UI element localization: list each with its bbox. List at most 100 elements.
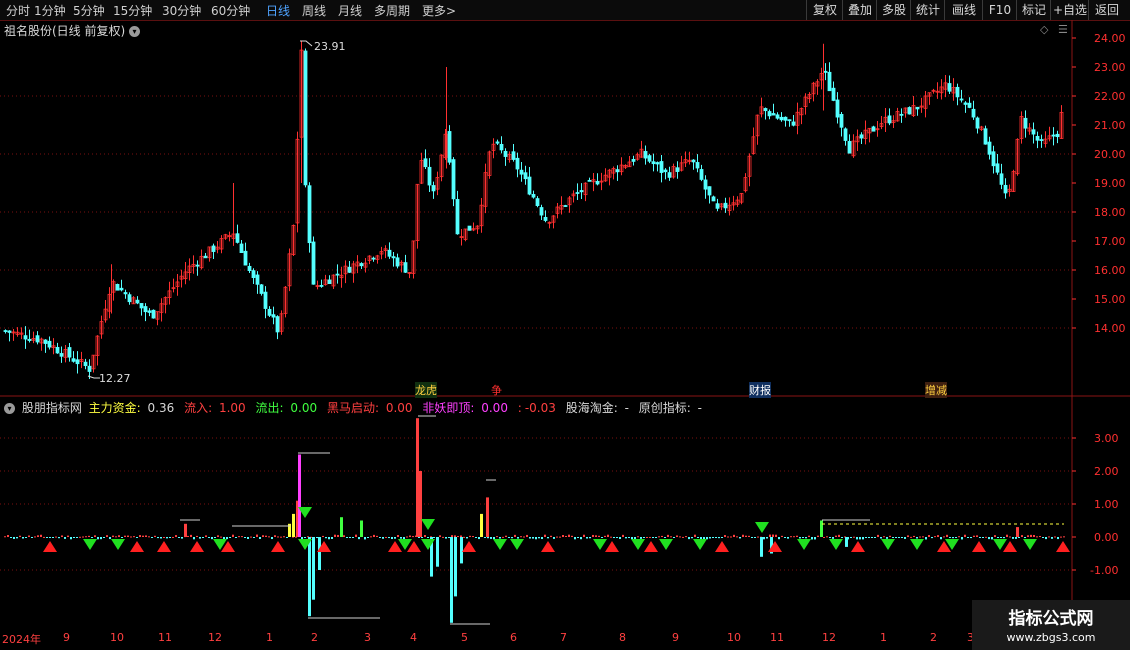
indicator-bar [940, 537, 942, 540]
buy-signal-triangle [271, 541, 285, 552]
candle-body [127, 294, 132, 303]
indicator-bar [784, 537, 786, 538]
indicator-bar [565, 535, 567, 537]
indicator-bar [628, 537, 630, 538]
event-tag-longhu[interactable]: 龙虎 [415, 382, 437, 398]
sell-signal-triangle [755, 522, 769, 533]
indicator-bar [247, 537, 249, 539]
candle-body [779, 116, 784, 121]
indicator-bar [37, 535, 39, 537]
indicator-bar [625, 537, 627, 539]
indicator-bar [163, 536, 165, 538]
indicator-bar [676, 535, 678, 537]
indicator-item-value: - [624, 401, 629, 415]
high-price-label: 23.91 [314, 40, 346, 53]
date-label: 1 [266, 631, 273, 644]
indicator-bar [490, 537, 492, 539]
indicator-bar [76, 537, 78, 538]
indicator-item-value: - [697, 401, 702, 415]
candle-body [143, 306, 148, 313]
candle-body [239, 243, 244, 253]
sell-signal-triangle [510, 539, 524, 550]
indicator-bar [703, 537, 705, 540]
candle-body [975, 117, 980, 129]
indicator-bar [589, 537, 591, 539]
candle-body [887, 115, 892, 124]
candle-body [247, 265, 252, 271]
indicator-bar [318, 537, 321, 570]
indicator-bar [364, 537, 366, 540]
candle-body [1003, 184, 1008, 194]
indicator-bar [733, 534, 735, 537]
indicator-bar [358, 537, 360, 540]
candle-body [579, 190, 584, 193]
indicator-bar [442, 536, 444, 538]
dropdown-icon[interactable]: ▾ [4, 403, 15, 414]
candle-body [311, 241, 316, 285]
sell-signal-triangle [493, 539, 507, 550]
indicator-bar [562, 535, 564, 537]
event-tag-report[interactable]: 财报 [749, 382, 771, 398]
candle-body [511, 151, 516, 160]
indicator-bar [493, 537, 495, 540]
indicator-item: 非妖即顶: 0.00 [422, 401, 511, 415]
candle-body [839, 113, 844, 128]
indicator-bar [196, 535, 198, 537]
indicator-bar [931, 537, 933, 539]
price-y-axis: 24.00 23.00 22.00 21.00 20.00 19.00 18.0… [1094, 32, 1126, 335]
indicator-bar [115, 536, 117, 538]
candle-body [255, 274, 260, 285]
candle-body [503, 150, 508, 157]
indicator-bar [856, 537, 858, 540]
candle-body [991, 151, 996, 167]
indicator-bar [724, 535, 726, 537]
candle-body [135, 299, 140, 304]
indicator-bar [550, 535, 552, 537]
event-tag-holding-change[interactable]: 增减 [925, 382, 947, 398]
indicator-bar [706, 537, 708, 540]
indicator-bar [241, 536, 243, 538]
candle-body [695, 162, 700, 169]
indicator-bar [178, 537, 180, 538]
indicator-bar [112, 535, 114, 537]
buy-signal-triangle [972, 541, 986, 552]
indicator-bar [736, 536, 738, 538]
indicator-bar [109, 537, 111, 540]
date-label: 12 [822, 631, 836, 644]
indicator-bar [94, 535, 96, 537]
indicator-bar [637, 536, 639, 538]
indicator-bar [308, 537, 311, 617]
indicator-bar [862, 537, 864, 540]
indicator-bar [928, 535, 930, 537]
candle-body [699, 169, 704, 180]
candle-body [767, 111, 772, 117]
indicator-bar [682, 536, 684, 538]
buy-signal-triangle [190, 541, 204, 552]
indicator-bar [1009, 536, 1011, 538]
indicator-bar [913, 535, 915, 537]
sell-signal-triangle [631, 539, 645, 550]
indicator-bar [91, 537, 93, 538]
candle-body [87, 365, 92, 372]
candle-body [35, 335, 40, 343]
indicator-bar [979, 537, 981, 538]
candle-body [115, 283, 120, 291]
candle-body [395, 257, 400, 267]
indicator-bar [187, 535, 189, 537]
indicator-signals [43, 507, 1070, 552]
candle-body [1035, 135, 1040, 141]
indicator-bar [466, 537, 468, 539]
indicator-bar [1045, 537, 1047, 540]
event-tag-zheng[interactable]: 争 [491, 382, 502, 398]
candle-body [711, 196, 716, 202]
indicator-bar [325, 537, 327, 539]
watermark: 指标公式网 www.zbgs3.com [972, 600, 1130, 650]
indicator-bar [88, 535, 90, 537]
indicator-bar [403, 537, 405, 540]
indicator-bar [505, 535, 507, 537]
candle-body [967, 102, 972, 108]
indicator-bar [400, 537, 402, 539]
indicator-bar [343, 535, 345, 537]
indicator-bar [871, 537, 873, 538]
indicator-bar [349, 537, 351, 538]
